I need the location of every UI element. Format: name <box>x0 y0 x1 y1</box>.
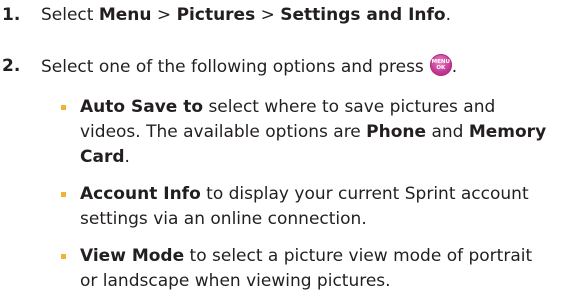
option-desc: select where to save pictures and <box>203 97 496 117</box>
memory-label: Memory <box>468 122 547 142</box>
menu-label: Menu <box>98 5 152 25</box>
option-desc: . <box>124 147 130 167</box>
bullet-icon <box>61 254 66 259</box>
step-number: 2. <box>2 56 21 76</box>
step-text-prefix: Select <box>41 5 99 25</box>
separator: > <box>255 5 281 25</box>
menu-ok-key-icon: MENU OK <box>429 54 452 76</box>
step-text: Select one of the following options and … <box>41 54 457 80</box>
icon-bottom-label: OK <box>436 65 446 71</box>
pictures-label: Pictures <box>176 5 256 25</box>
card-label: Card <box>80 147 125 167</box>
option-line-1: View Mode to select a picture view mode … <box>80 244 586 269</box>
settings-and-info-label: Settings and Info <box>280 5 446 25</box>
phone-label: Phone <box>366 122 427 142</box>
option-desc: to select a picture view mode of portrai… <box>184 246 533 266</box>
option-line-3: Card. <box>80 145 586 170</box>
option-term: Auto Save to <box>80 97 204 117</box>
option-text: Auto Save to select where to save pictur… <box>80 95 586 170</box>
separator: > <box>151 5 177 25</box>
option-term: Account Info <box>80 184 201 204</box>
step-number: 1. <box>2 5 21 25</box>
option-line-2: videos. The available options are Phone … <box>80 120 586 145</box>
option-desc: videos. The available options are <box>80 122 367 142</box>
option-text: View Mode to select a picture view mode … <box>80 244 586 294</box>
bullet-icon <box>61 192 66 197</box>
option-desc: and <box>426 122 469 142</box>
bullet-icon <box>61 105 66 110</box>
step-text: Select Menu > Pictures > Settings and In… <box>41 3 451 28</box>
option-line-1: Auto Save to select where to save pictur… <box>80 95 586 120</box>
option-line-2: or landscape when viewing pictures. <box>80 271 391 291</box>
option-line-1: Account Info to display your current Spr… <box>80 182 586 207</box>
option-line-2: settings via an online connection. <box>80 209 367 229</box>
option-desc: to display your current Sprint account <box>200 184 529 204</box>
step-text-suffix: . <box>451 57 458 77</box>
option-text: Account Info to display your current Spr… <box>80 182 586 232</box>
step-text-suffix: . <box>445 5 451 25</box>
step-text-body: Select one of the following options and … <box>41 57 424 77</box>
option-term: View Mode <box>80 246 185 266</box>
